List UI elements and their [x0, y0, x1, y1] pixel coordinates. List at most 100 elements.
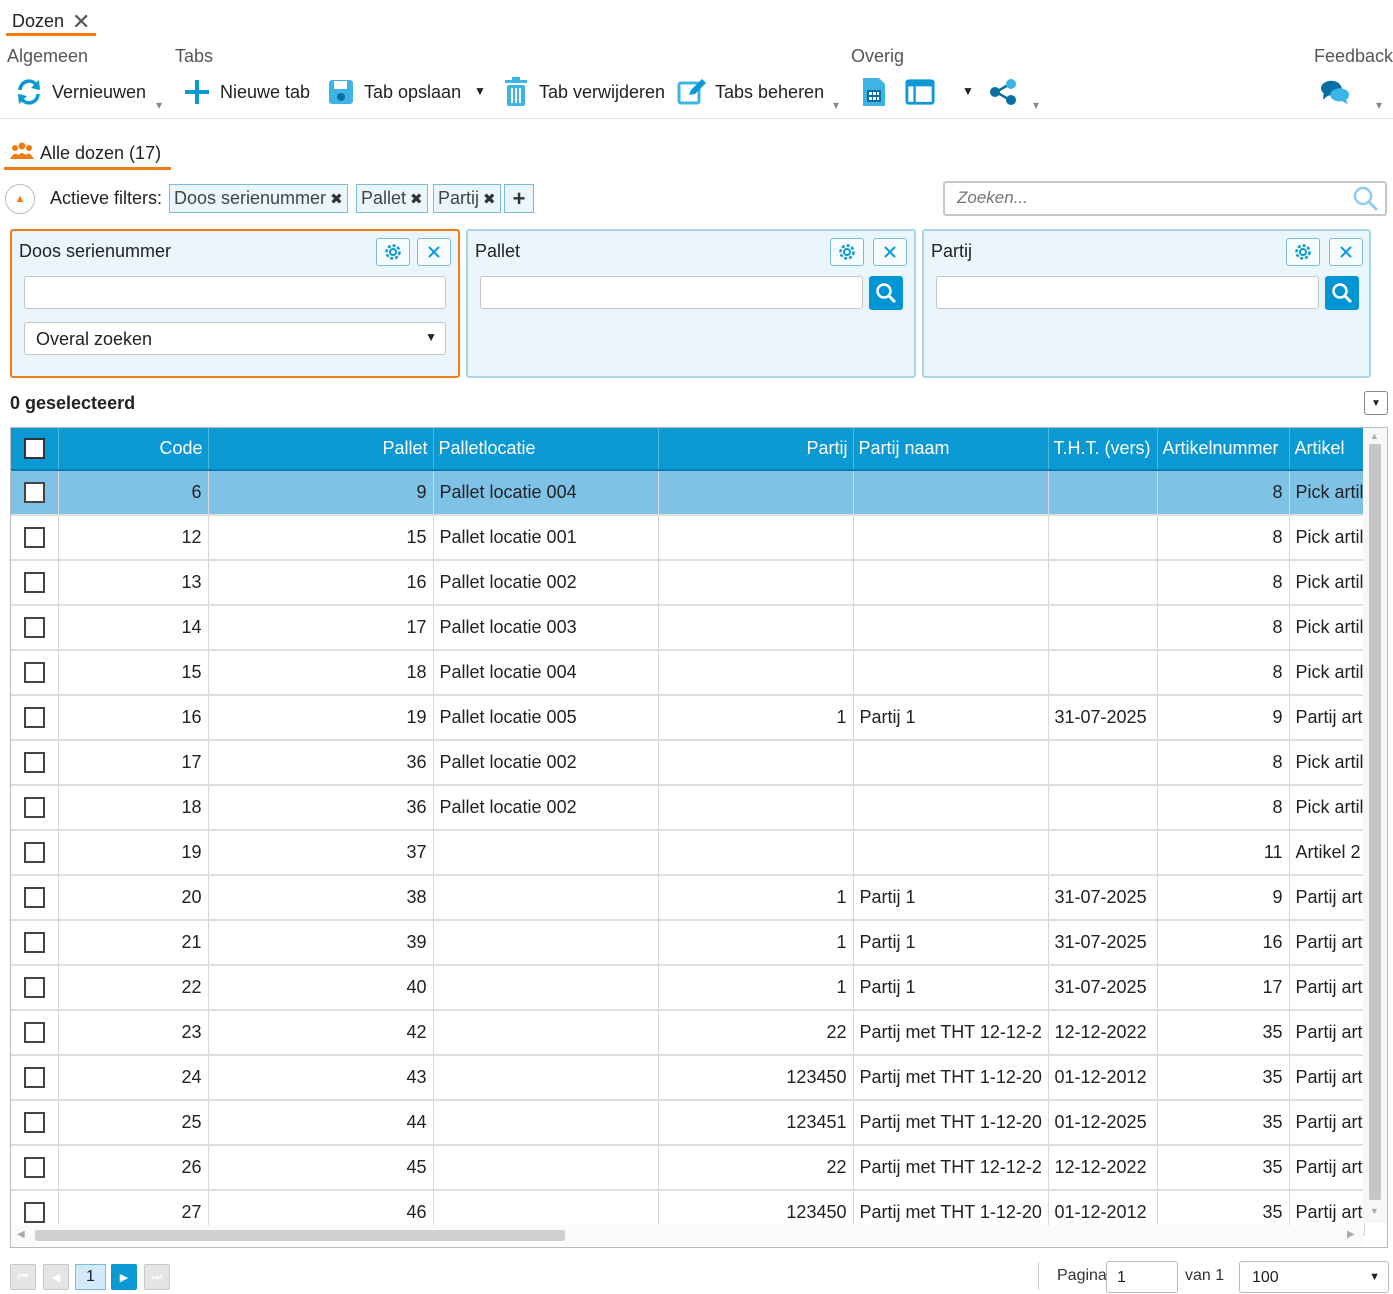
doos-serienummer-input[interactable] — [24, 276, 446, 309]
vertical-scroll-thumb[interactable] — [1369, 444, 1381, 1200]
row-checkbox[interactable] — [23, 482, 45, 504]
table-row[interactable]: 13 16 Pallet locatie 002 8 Pick artil — [11, 560, 1365, 606]
delete-tab-button[interactable]: Tab verwijderen — [501, 74, 665, 110]
row-checkbox[interactable] — [23, 842, 45, 864]
manage-tabs-button[interactable]: Tabs beheren — [677, 74, 824, 110]
table-row[interactable]: 21 39 1 Partij 1 31-07-2025 16 Partij art — [11, 920, 1365, 966]
calculator-button[interactable] — [859, 74, 889, 110]
save-tab-button[interactable]: Tab opslaan — [326, 74, 461, 110]
new-tab-button[interactable]: Nieuwe tab — [182, 74, 310, 110]
row-checkbox[interactable] — [23, 752, 45, 774]
view-tab-alle-dozen[interactable]: Alle dozen (17) — [4, 140, 172, 170]
search-mode-select[interactable]: Overal zoeken ▼ — [24, 322, 446, 355]
panel-close-button[interactable] — [873, 238, 907, 266]
row-checkbox[interactable] — [23, 1157, 45, 1179]
group-expand-icon[interactable]: ▾ — [1376, 98, 1382, 112]
row-checkbox[interactable] — [23, 1112, 45, 1134]
row-checkbox[interactable] — [23, 572, 45, 594]
table-row[interactable]: 20 38 1 Partij 1 31-07-2025 9 Partij art — [11, 875, 1365, 921]
table-row[interactable]: 18 36 Pallet locatie 002 8 Pick artil — [11, 785, 1365, 831]
panel-settings-button[interactable] — [376, 238, 410, 266]
table-row[interactable]: 15 18 Pallet locatie 004 8 Pick artil — [11, 650, 1365, 696]
collapse-filters-button[interactable]: ▲ — [5, 184, 35, 214]
table-row[interactable]: 25 44 123451 Partij met THT 1-12-20 01-12-20… — [11, 1100, 1365, 1146]
row-checkbox[interactable] — [23, 932, 45, 954]
panel-close-button[interactable] — [1329, 238, 1363, 266]
group-expand-icon[interactable]: ▾ — [833, 98, 839, 112]
page-number-button[interactable]: 1 — [75, 1264, 106, 1290]
select-all-checkbox[interactable] — [23, 438, 45, 460]
row-checkbox[interactable] — [23, 977, 45, 999]
scroll-down-icon[interactable]: ▼ — [1370, 1206, 1379, 1216]
partij-input[interactable] — [936, 276, 1319, 309]
remove-filter-icon[interactable]: ✖ — [330, 190, 343, 208]
vertical-scrollbar[interactable]: ▲ ▼ — [1363, 428, 1387, 1223]
filter-chip-doos-serienummer[interactable]: Doos serienummer ✖ — [169, 184, 348, 213]
cell-partij — [658, 515, 854, 561]
scroll-up-icon[interactable]: ▲ — [1370, 431, 1379, 441]
column-header-partij[interactable]: Partij — [658, 428, 854, 471]
remove-filter-icon[interactable]: ✖ — [410, 190, 423, 208]
table-row[interactable]: 23 42 22 Partij met THT 12-12-2 12-12-2022 35… — [11, 1010, 1365, 1056]
scroll-right-icon[interactable]: ▶ — [1347, 1229, 1355, 1240]
group-expand-icon[interactable]: ▾ — [156, 98, 162, 112]
pallet-input[interactable] — [480, 276, 863, 309]
table-row[interactable]: 6 9 Pallet locatie 004 8 Pick artil — [11, 470, 1365, 516]
feedback-button[interactable] — [1320, 74, 1350, 110]
page-size-select[interactable]: 100 ▼ — [1239, 1261, 1389, 1293]
column-header-palletlocatie[interactable]: Palletlocatie — [433, 428, 659, 471]
search-icon[interactable] — [1353, 186, 1379, 217]
partij-search-button[interactable] — [1325, 276, 1359, 310]
column-header-artikel[interactable]: Artikel — [1289, 428, 1365, 471]
column-header-partij-naam[interactable]: Partij naam — [853, 428, 1049, 471]
prev-page-button[interactable]: ◀ — [43, 1264, 69, 1290]
search-input[interactable] — [955, 183, 1335, 213]
panel-settings-button[interactable] — [830, 238, 864, 266]
save-tab-dropdown-icon[interactable]: ▼ — [474, 84, 486, 98]
last-page-button[interactable]: ⏭ — [144, 1264, 170, 1290]
table-row[interactable]: 17 36 Pallet locatie 002 8 Pick artil — [11, 740, 1365, 786]
share-button[interactable] — [988, 74, 1018, 110]
remove-filter-icon[interactable]: ✖ — [483, 190, 496, 208]
row-checkbox[interactable] — [23, 1202, 45, 1224]
filter-chip-pallet[interactable]: Pallet ✖ — [356, 184, 428, 213]
horizontal-scrollbar[interactable]: ◀ ▶ — [11, 1225, 1363, 1247]
table-row[interactable]: 19 37 11 Artikel 2 — [11, 830, 1365, 876]
filter-chip-partij[interactable]: Partij ✖ — [433, 184, 501, 213]
row-checkbox[interactable] — [23, 707, 45, 729]
table-row[interactable]: 14 17 Pallet locatie 003 8 Pick artil — [11, 605, 1365, 651]
cell-code: 12 — [58, 515, 209, 561]
table-row[interactable]: 12 15 Pallet locatie 001 8 Pick artil — [11, 515, 1365, 561]
page-tab-dozen[interactable]: Dozen ✕ — [6, 6, 97, 36]
table-row[interactable]: 26 45 22 Partij met THT 12-12-2 12-12-2022 35… — [11, 1145, 1365, 1191]
row-checkbox[interactable] — [23, 527, 45, 549]
row-checkbox[interactable] — [23, 887, 45, 909]
row-checkbox[interactable] — [23, 797, 45, 819]
horizontal-scroll-thumb[interactable] — [35, 1230, 565, 1241]
table-row[interactable]: 24 43 123450 Partij met THT 1-12-20 01-12-20… — [11, 1055, 1365, 1101]
row-checkbox[interactable] — [23, 617, 45, 639]
column-header-code[interactable]: Code — [58, 428, 209, 471]
scroll-left-icon[interactable]: ◀ — [17, 1229, 25, 1240]
column-menu-button[interactable]: ▼ — [1364, 391, 1388, 415]
refresh-button[interactable]: Vernieuwen — [14, 74, 146, 110]
column-header-artikelnummer[interactable]: Artikelnummer — [1157, 428, 1290, 471]
panel-close-button[interactable] — [417, 238, 451, 266]
row-checkbox[interactable] — [23, 1067, 45, 1089]
page-input[interactable]: 1 — [1106, 1261, 1178, 1293]
add-filter-button[interactable]: + — [504, 184, 534, 213]
row-checkbox[interactable] — [23, 1022, 45, 1044]
next-page-button[interactable]: ▶ — [111, 1264, 137, 1290]
panel-settings-button[interactable] — [1286, 238, 1320, 266]
row-checkbox[interactable] — [23, 662, 45, 684]
column-header-tht[interactable]: T.H.T. (vers) — [1048, 428, 1158, 471]
layout-button[interactable] — [905, 74, 935, 110]
table-row[interactable]: 22 40 1 Partij 1 31-07-2025 17 Partij art — [11, 965, 1365, 1011]
first-page-button[interactable]: ⏮ — [10, 1264, 36, 1290]
group-expand-icon[interactable]: ▾ — [1033, 98, 1039, 112]
column-header-pallet[interactable]: Pallet — [208, 428, 434, 471]
pallet-search-button[interactable] — [869, 276, 903, 310]
table-row[interactable]: 16 19 Pallet locatie 005 1 Partij 1 31-07-202… — [11, 695, 1365, 741]
layout-dropdown-icon[interactable]: ▼ — [962, 84, 974, 98]
close-icon[interactable]: ✕ — [72, 10, 90, 33]
